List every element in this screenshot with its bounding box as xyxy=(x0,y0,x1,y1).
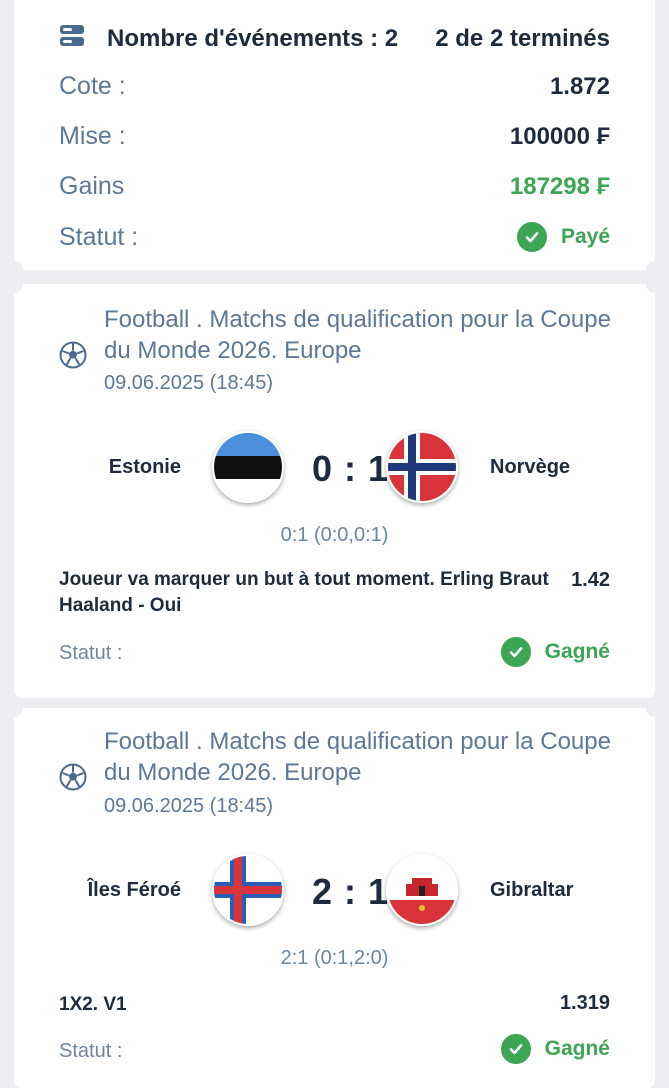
stake-value: 100000 ₣ xyxy=(509,122,610,150)
odds-value: 1.872 xyxy=(549,72,610,100)
event-card[interactable]: Football . Matchs de qualification pour … xyxy=(5,275,664,698)
event-card[interactable]: Football . Matchs de qualification pour … xyxy=(5,699,664,1088)
odds-row: Cote : 1.872 xyxy=(59,72,610,101)
winnings-row: Gains 187298 ₣ xyxy=(59,172,610,201)
events-completed: 2 de 2 terminés xyxy=(435,24,610,52)
events-list-icon xyxy=(59,24,85,53)
event-date: 09.06.2025 (18:45) xyxy=(104,795,274,817)
match-score: 2 : 1 xyxy=(312,871,390,912)
stake-row: Mise : 100000 ₣ xyxy=(59,122,610,151)
event-status-label: Statut : xyxy=(59,1040,123,1062)
winnings-value: 187298 ₣ xyxy=(509,172,610,200)
match-score: 0 : 1 xyxy=(312,448,390,489)
event-date: 09.06.2025 (18:45) xyxy=(104,372,274,394)
event-title: Football . Matchs de qualification pour … xyxy=(104,728,611,786)
home-team: Estonie xyxy=(108,456,181,478)
events-count: Nombre d'événements : 2 xyxy=(107,24,399,52)
stake-label: Mise : xyxy=(59,122,126,150)
gibraltar-flag-icon xyxy=(386,854,458,926)
bet-description: 1X2. V1 xyxy=(59,994,127,1015)
event-status-badge: Gagné xyxy=(500,1034,610,1064)
bet-summary-card: Nombre d'événements : 2 2 de 2 terminés … xyxy=(5,0,664,279)
status-label: Statut : xyxy=(59,222,139,251)
home-team: Îles Féroé xyxy=(87,879,181,901)
bet-odd: 1.42 xyxy=(571,569,610,591)
check-icon xyxy=(516,222,547,252)
estonia-flag-icon xyxy=(212,431,284,503)
football-icon xyxy=(59,341,87,369)
bet-odd: 1.319 xyxy=(559,992,610,1014)
football-icon xyxy=(59,763,87,791)
score-detail: 0:1 (0:0,0:1) xyxy=(280,524,389,546)
check-icon xyxy=(500,1034,531,1064)
away-team: Norvège xyxy=(490,456,571,478)
score-detail: 2:1 (0:1,2:0) xyxy=(280,947,389,969)
check-icon xyxy=(500,637,531,667)
event-status-badge: Gagné xyxy=(500,637,610,667)
event-status-label: Statut : xyxy=(59,642,123,664)
odds-label: Cote : xyxy=(59,72,126,100)
faroe-islands-flag-icon xyxy=(212,854,284,926)
winnings-label: Gains xyxy=(59,172,125,200)
event-status-value: Gagné xyxy=(544,1037,610,1060)
status-value: Payé xyxy=(560,225,610,248)
norway-flag-icon xyxy=(386,431,458,503)
event-status-value: Gagné xyxy=(544,640,610,663)
status-badge: Payé xyxy=(516,222,610,252)
away-team: Gibraltar xyxy=(490,879,574,901)
event-title: Football . Matchs de qualification pour … xyxy=(104,306,611,364)
status-row: Statut : Payé xyxy=(59,222,610,252)
bet-description: Joueur va marquer un but à tout moment. … xyxy=(59,569,549,616)
